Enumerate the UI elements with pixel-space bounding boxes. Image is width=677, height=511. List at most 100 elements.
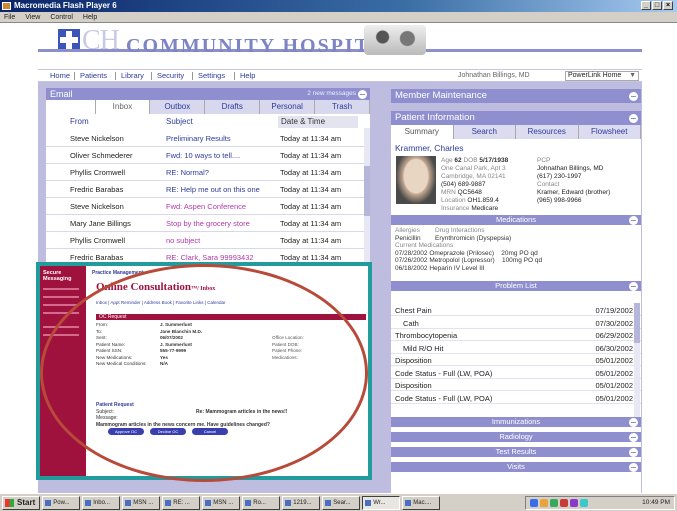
problem-list-bar[interactable]: Problem List: [391, 281, 641, 291]
taskbar-item[interactable]: MSN ...: [202, 495, 241, 510]
menu-control[interactable]: Control: [50, 12, 73, 22]
menu-view[interactable]: View: [25, 12, 40, 22]
tab-resources[interactable]: Resources: [516, 125, 579, 139]
windows-taskbar: Start Pow... Inbo... MSN ... RE: ... MSN ...…: [0, 493, 677, 511]
problem-row[interactable]: Code Status - Full (LW, POA) 05/01/2002: [391, 368, 641, 379]
taskbar-item[interactable]: MSN ...: [122, 495, 161, 510]
tab-personal[interactable]: Personal: [260, 100, 316, 114]
hospital-header: CH COMMUNITY HOSPITAL: [38, 23, 642, 69]
patient-name[interactable]: Krammer, Charles: [395, 143, 464, 153]
problem-row[interactable]: Disposition 05/01/2002: [391, 380, 641, 391]
tray-icon[interactable]: [580, 499, 588, 507]
tray-icon[interactable]: [540, 499, 548, 507]
test-results-bar[interactable]: Test Results: [391, 447, 641, 457]
radiology-bar[interactable]: Radiology: [391, 432, 641, 442]
problem-row[interactable]: Disposition 05/01/2002: [391, 355, 641, 366]
tab-outbox[interactable]: Outbox: [150, 100, 206, 114]
tray-icon[interactable]: [530, 499, 538, 507]
member-maintenance-header[interactable]: Member Maintenance: [391, 89, 641, 103]
taskbar-item[interactable]: RE: ...: [162, 495, 201, 510]
taskbar-item[interactable]: Mac....: [402, 495, 441, 510]
user-name: Johnathan Billings, MD: [458, 72, 530, 79]
member-maintenance-bar[interactable]: Member Maintenance: [391, 89, 641, 103]
expand-icon[interactable]: [629, 417, 638, 427]
problem-row[interactable]: Thrombocytopenia 06/29/2002: [391, 330, 641, 341]
problem-date: 05/01/2002: [595, 393, 633, 403]
patient-info-title: Patient Information: [395, 112, 475, 123]
expand-icon[interactable]: [629, 462, 638, 472]
tab-drafts[interactable]: Drafts: [205, 100, 261, 114]
nav-divider: [234, 72, 235, 80]
close-button[interactable]: ×: [663, 1, 673, 10]
address-line-2: Cambridge, MA 02141: [441, 173, 506, 180]
problem-row[interactable]: Code Status - Full (LW, POA) 05/01/2002: [391, 393, 641, 404]
minimize-button[interactable]: _: [641, 1, 651, 10]
email-row[interactable]: Phyllis Cromwell no subject Today at 11:34…: [46, 232, 364, 249]
home-select[interactable]: PowerLink Home ▼: [565, 71, 639, 81]
tab-trash[interactable]: Trash: [315, 100, 370, 114]
medication-item: 06/18/2002 Heparin IV Level III: [395, 264, 485, 272]
start-button[interactable]: Start: [2, 495, 41, 510]
taskbar-item[interactable]: Wr...: [362, 495, 401, 510]
scroll-thumb[interactable]: [634, 303, 640, 343]
problem-row[interactable]: Cath 07/30/2002: [391, 318, 641, 329]
expand-icon[interactable]: [629, 432, 638, 442]
taskbar-item[interactable]: Sear...: [322, 495, 361, 510]
expand-icon[interactable]: [629, 447, 638, 457]
tray-icon[interactable]: [560, 499, 568, 507]
tray-icon[interactable]: [550, 499, 558, 507]
menu-help[interactable]: Help: [83, 12, 97, 22]
immunizations-bar[interactable]: Immunizations: [391, 417, 641, 427]
col-date[interactable]: Date & Time: [278, 116, 358, 128]
problem-list-scrollbar[interactable]: [634, 303, 640, 419]
tab-spacer: [46, 100, 96, 114]
immunizations-title: Immunizations: [491, 417, 541, 426]
scroll-thumb[interactable]: [364, 166, 370, 216]
sidebar-line: [43, 296, 79, 298]
maximize-button[interactable]: □: [652, 1, 662, 10]
menu-file[interactable]: File: [4, 12, 15, 22]
nav-patients[interactable]: Patients: [80, 70, 107, 82]
taskbar-item[interactable]: Ro...: [242, 495, 281, 510]
visits-title: Visits: [507, 462, 525, 471]
medications-bar[interactable]: Medications: [391, 215, 641, 225]
nav-library[interactable]: Library: [121, 70, 144, 82]
taskbar-item[interactable]: 1219...: [282, 495, 321, 510]
tab-flowsheet[interactable]: Flowsheet: [579, 125, 641, 139]
col-subject[interactable]: Subject: [166, 116, 193, 128]
nav-security[interactable]: Security: [157, 70, 184, 82]
problem-name: Thrombocytopenia: [395, 331, 458, 340]
tab-summary[interactable]: Summary: [391, 125, 454, 139]
collapse-icon[interactable]: [358, 89, 367, 99]
email-row[interactable]: Phyllis Cromwell RE: Normal? Today at 11:3…: [46, 164, 364, 181]
problem-date: 07/30/2002: [595, 318, 633, 328]
email-subject: Stop by the grocery store: [166, 219, 250, 228]
col-from[interactable]: From: [70, 116, 89, 128]
email-row[interactable]: Mary Jane Billings Stop by the grocery st…: [46, 215, 364, 232]
collapse-icon[interactable]: [629, 215, 638, 225]
visits-bar[interactable]: Visits: [391, 462, 641, 472]
sidebar-line: [43, 288, 79, 290]
nav-home[interactable]: Home: [50, 70, 70, 82]
problem-row[interactable]: Mild R/O Hit 06/30/2002: [391, 343, 641, 354]
problem-date: 05/01/2002: [595, 368, 633, 378]
home-select-value: PowerLink Home: [568, 72, 622, 79]
collapse-icon[interactable]: [629, 113, 638, 123]
email-row[interactable]: Fredric Barabas RE: Help me out on this o…: [46, 181, 364, 198]
problem-row[interactable]: Chest Pain 07/19/2002: [391, 305, 641, 316]
taskbar-item[interactable]: Inbo...: [82, 495, 121, 510]
pcp-value: Johnathan Billings, MD: [537, 165, 604, 172]
email-row[interactable]: Steve Nickelson Fwd: Aspen Conference Toda…: [46, 198, 364, 215]
expand-icon[interactable]: [629, 91, 638, 101]
email-row[interactable]: Oliver Schmederer Fwd: 10 ways to tell...…: [46, 147, 364, 164]
new-messages-count: 2 new messages: [307, 90, 356, 97]
tray-icon[interactable]: [570, 499, 578, 507]
collapse-icon[interactable]: [629, 281, 638, 291]
email-row[interactable]: Steve Nickelson Preliminary Results Today …: [46, 130, 364, 147]
email-from: Phyllis Cromwell: [70, 236, 126, 245]
tab-inbox[interactable]: Inbox: [95, 100, 151, 114]
nav-settings[interactable]: Settings: [198, 70, 225, 82]
taskbar-item[interactable]: Pow...: [42, 495, 81, 510]
nav-help[interactable]: Help: [240, 70, 255, 82]
tab-search[interactable]: Search: [454, 125, 516, 139]
